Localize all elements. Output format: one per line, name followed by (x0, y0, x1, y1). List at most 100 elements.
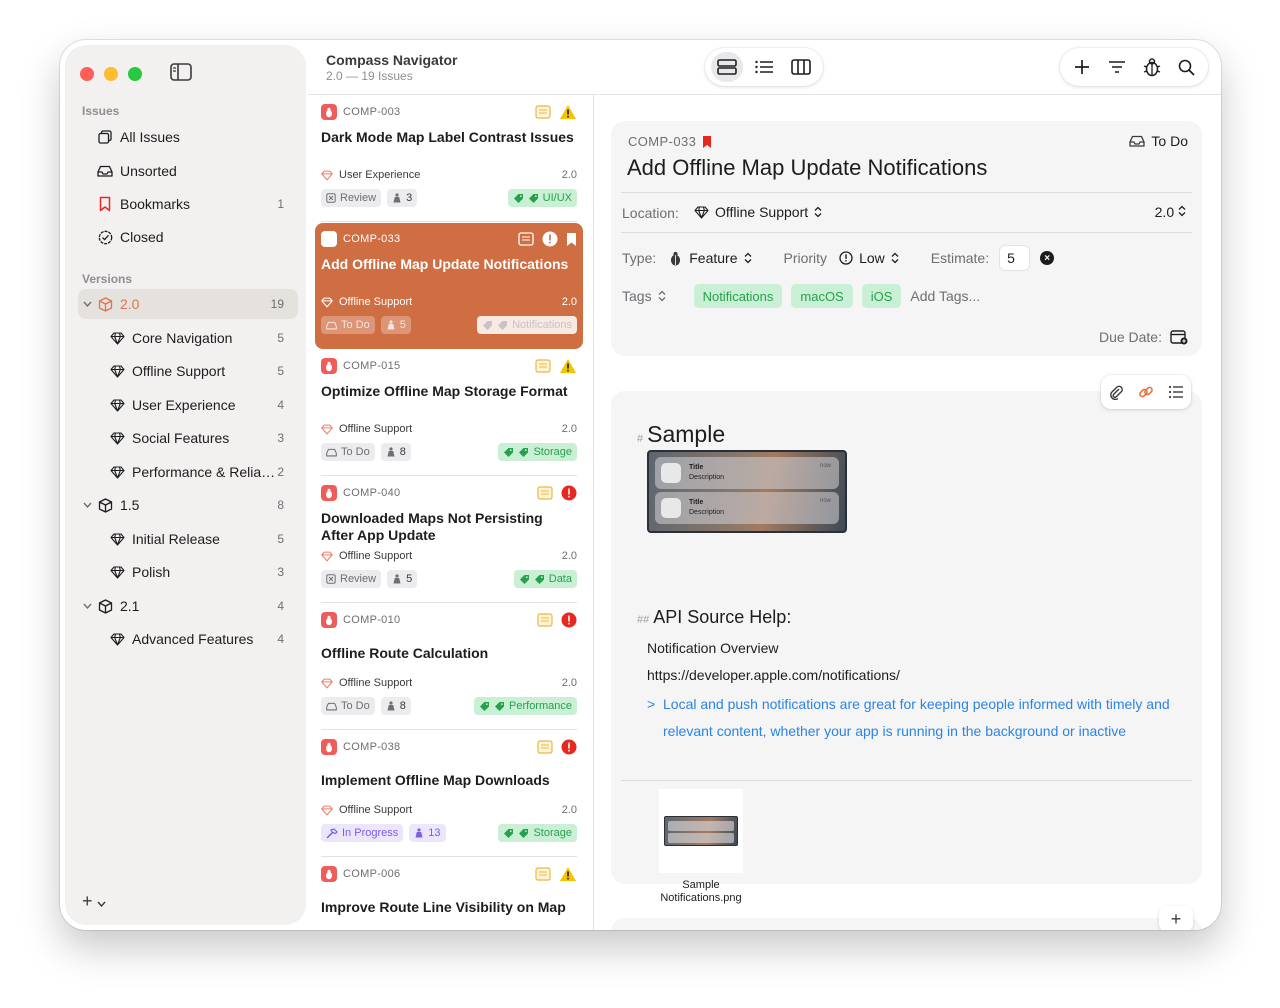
sidebar-item-bookmarks[interactable]: Bookmarks 1 (94, 189, 298, 219)
issue-card-selected[interactable]: COMP-033 Add Offline Map Update Notifica… (315, 223, 583, 349)
tag-macos[interactable]: macOS (791, 284, 853, 308)
issue-card[interactable]: COMP-038 Implement Offline Map Downloads… (315, 731, 583, 857)
estimate-chip[interactable]: 5 (380, 316, 411, 334)
sidebar-item-performance[interactable]: Performance & Relia… 2 (106, 457, 298, 487)
embedded-image[interactable]: Title Description now Title Description no… (647, 450, 847, 533)
close-window-button[interactable] (80, 67, 94, 81)
list-view-button[interactable] (748, 52, 780, 82)
detail-status-button[interactable]: To Do (1129, 133, 1188, 149)
new-issue-button[interactable] (1068, 53, 1096, 81)
issue-card[interactable]: COMP-010 Offline Route Calculation Offli… (315, 604, 583, 730)
warning-icon (560, 105, 576, 119)
version-count: 19 (270, 297, 284, 311)
notes-heading-1: # Sample (637, 421, 726, 447)
sidebar-item-unsorted[interactable]: Unsorted (94, 156, 298, 186)
attach-file-button[interactable] (1102, 378, 1130, 406)
card-view-button[interactable] (711, 52, 744, 82)
tag-chip[interactable]: Data (513, 570, 577, 588)
sidebar-item-initial-release[interactable]: Initial Release 5 (106, 524, 298, 554)
versions-section-header: Versions (82, 272, 133, 286)
tag-icon (528, 193, 538, 203)
sidebar-item-label: Polish (132, 564, 171, 580)
bug-icon (321, 866, 337, 882)
toolbar-actions (1060, 48, 1208, 86)
sidebar-item-polish[interactable]: Polish 3 (106, 557, 298, 587)
estimate-chip[interactable]: 8 (380, 697, 411, 715)
zoom-window-button[interactable] (128, 67, 142, 81)
attachment[interactable]: Sample Notifications.png (657, 789, 745, 905)
notes-icon (535, 105, 551, 119)
issue-version: 2.0 (561, 296, 577, 308)
add-tags-input[interactable]: Add Tags... (910, 288, 980, 304)
sidebar-item-all-issues[interactable]: All Issues (94, 122, 298, 152)
tray-icon (326, 321, 337, 329)
sidebar-item-label: All Issues (120, 129, 180, 145)
filter-button[interactable] (1103, 53, 1131, 81)
estimate-chip[interactable]: 3 (387, 189, 418, 207)
sidebar-toggle-icon[interactable] (170, 63, 194, 85)
issue-title: Offline Route Calculation (321, 645, 489, 661)
tag-chip[interactable]: Storage (498, 443, 577, 461)
board-view-icon (790, 59, 811, 75)
sidebar-item-offline-support[interactable]: Offline Support 5 (106, 356, 298, 386)
sidebar-item-version-1-5[interactable]: 1.5 8 (78, 490, 298, 520)
add-section-button[interactable]: + (1159, 906, 1193, 930)
sidebar-item-advanced-features[interactable]: Advanced Features 4 (106, 624, 298, 654)
sidebar-item-core-navigation[interactable]: Core Navigation 5 (106, 323, 298, 353)
milestone-count: 4 (277, 632, 284, 646)
tag-chip[interactable]: Notifications (477, 316, 577, 334)
type-selector[interactable]: Feature (668, 250, 751, 267)
status-chip[interactable]: Review (321, 189, 382, 207)
chevron-down-icon[interactable] (80, 603, 94, 609)
estimate-chip[interactable]: 13 (409, 824, 446, 842)
chevron-down-icon[interactable] (80, 301, 94, 307)
notes-link[interactable]: https://developer.apple.com/notification… (647, 667, 900, 683)
sidebar-item-version-2-0[interactable]: 2.0 19 (78, 289, 298, 319)
detail-title[interactable]: Add Offline Map Update Notifications (627, 155, 987, 181)
add-menu-button[interactable]: + (82, 891, 106, 912)
issue-location: Offline Support (339, 550, 413, 562)
issue-notes[interactable]: # Sample Title Description now Title Descr… (611, 391, 1202, 904)
minimize-window-button[interactable] (104, 67, 118, 81)
version-selector[interactable]: 2.0 (1155, 204, 1186, 220)
issue-card[interactable]: COMP-015 Optimize Offline Map Storage Fo… (315, 350, 583, 476)
estimate-input[interactable]: 5 (999, 245, 1031, 271)
search-icon (1178, 59, 1195, 76)
chevron-down-icon[interactable] (80, 502, 94, 508)
issue-title: Add Offline Map Update Notifications (321, 256, 569, 272)
issue-id: COMP-006 (343, 868, 401, 880)
pane-divider (593, 94, 594, 930)
bug-report-button[interactable] (1138, 53, 1166, 81)
status-chip[interactable]: To Do (321, 316, 375, 334)
issue-location: Offline Support (339, 804, 413, 816)
priority-selector[interactable]: Low (839, 250, 899, 266)
notes-heading-2: ## API Source Help: (637, 607, 792, 627)
card-separator (321, 856, 577, 857)
issue-location: Offline Support (339, 677, 413, 689)
issue-card[interactable]: COMP-003 Dark Mode Map Label Contrast Is… (315, 96, 583, 222)
status-chip[interactable]: To Do (321, 697, 375, 715)
location-selector[interactable]: Offline Support (694, 204, 822, 220)
estimate-chip[interactable]: 5 (387, 570, 418, 588)
clear-estimate-icon[interactable]: × (1040, 251, 1055, 265)
issue-card[interactable]: COMP-006 Improve Route Line Visibility o… (315, 858, 583, 930)
status-chip[interactable]: Review (321, 570, 382, 588)
sidebar-item-version-2-1[interactable]: 2.1 4 (78, 591, 298, 621)
tag-chip[interactable]: Performance (474, 697, 577, 715)
tag-ios[interactable]: iOS (861, 284, 902, 308)
list-button[interactable] (1162, 378, 1190, 406)
board-view-button[interactable] (785, 52, 817, 82)
sidebar-item-closed[interactable]: Closed (94, 222, 298, 252)
sidebar-item-social-features[interactable]: Social Features 3 (106, 423, 298, 453)
status-chip[interactable]: In Progress (321, 824, 404, 842)
link-button[interactable] (1132, 378, 1160, 406)
estimate-label: Estimate: (930, 250, 990, 266)
estimate-chip[interactable]: 8 (380, 443, 411, 461)
tag-notifications[interactable]: Notifications (693, 284, 783, 308)
status-chip[interactable]: To Do (321, 443, 375, 461)
issue-card[interactable]: COMP-040 Downloaded Maps Not Persisting … (315, 477, 583, 603)
sidebar-item-user-experience[interactable]: User Experience 4 (106, 390, 298, 420)
tag-chip[interactable]: UI/UX (507, 189, 577, 207)
search-button[interactable] (1173, 53, 1201, 81)
tag-chip[interactable]: Storage (498, 824, 577, 842)
